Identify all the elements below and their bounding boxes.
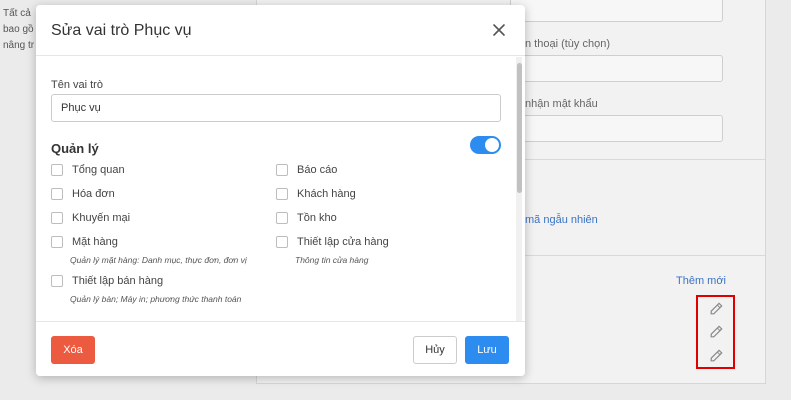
permission-label: Thiết lập cửa hàng	[297, 236, 389, 248]
permission-label: Hóa đơn	[72, 188, 115, 200]
background-description: Tất cả bao gồ nâng tr	[3, 6, 34, 54]
permission-overview[interactable]: Tổng quan	[51, 164, 125, 176]
background-confirm-password-input[interactable]	[510, 115, 723, 142]
save-button[interactable]: Lưu	[465, 336, 509, 364]
role-name-input[interactable]	[51, 94, 501, 122]
background-random-code-link[interactable]: mã ngẫu nhiên	[525, 214, 598, 226]
role-name-label: Tên vai trò	[51, 79, 103, 91]
permission-label: Mặt hàng	[72, 236, 118, 248]
checkbox[interactable]	[276, 188, 288, 200]
checkbox[interactable]	[51, 212, 63, 224]
permission-inventory[interactable]: Tồn kho	[276, 212, 337, 224]
modal-header: Sửa vai trò Phục vụ	[36, 5, 525, 56]
background-text-line: Tất cả	[3, 8, 31, 19]
permission-description: Quản lý mặt hàng: Danh mục, thực đơn, đơ…	[70, 255, 247, 265]
background-input[interactable]	[510, 0, 723, 22]
permission-customers[interactable]: Khách hàng	[276, 188, 356, 200]
permission-label: Tổng quan	[72, 164, 125, 176]
checkbox[interactable]	[276, 212, 288, 224]
modal-body: Tên vai trò Quản lý Tổng quan Hóa đơn Kh…	[36, 57, 525, 321]
checkbox[interactable]	[276, 164, 288, 176]
permission-label: Khách hàng	[297, 188, 356, 200]
background-add-new-link[interactable]: Thêm mới	[676, 275, 726, 287]
permission-reports[interactable]: Báo cáo	[276, 164, 337, 176]
checkbox[interactable]	[51, 275, 63, 287]
background-text-line: nâng tr	[3, 40, 35, 51]
checkbox[interactable]	[276, 236, 288, 248]
edit-role-modal: Sửa vai trò Phục vụ Tên vai trò Quản lý …	[36, 5, 525, 376]
background-phone-input[interactable]	[510, 55, 723, 82]
permission-promotions[interactable]: Khuyến mại	[51, 212, 130, 224]
permission-description: Thông tin cửa hàng	[295, 255, 369, 265]
checkbox[interactable]	[51, 236, 63, 248]
background-text-line: bao gồ	[3, 24, 34, 35]
permission-invoices[interactable]: Hóa đơn	[51, 188, 115, 200]
checkbox[interactable]	[51, 188, 63, 200]
toggle-knob	[485, 138, 499, 152]
checkbox[interactable]	[51, 164, 63, 176]
permission-label: Tồn kho	[297, 212, 337, 224]
cancel-button[interactable]: Hủy	[413, 336, 457, 364]
section-toggle[interactable]	[470, 136, 501, 154]
background-confirm-password-label: nhận mật khẩu	[525, 98, 598, 110]
close-icon[interactable]	[492, 23, 506, 37]
permission-store-settings[interactable]: Thiết lập cửa hàng	[276, 236, 389, 248]
scrollbar-thumb[interactable]	[517, 63, 522, 193]
permission-products[interactable]: Mặt hàng	[51, 236, 118, 248]
permission-label: Báo cáo	[297, 164, 338, 176]
modal-footer: Xóa Hủy Lưu	[36, 321, 525, 376]
background-phone-label: n thoại (tùy chọn)	[525, 38, 610, 50]
section-title: Quản lý	[51, 141, 99, 156]
permission-label: Khuyến mại	[72, 212, 131, 224]
highlight-box	[696, 295, 735, 369]
permission-description: Quản lý bàn; Máy in; phương thức thanh t…	[70, 294, 242, 304]
delete-button[interactable]: Xóa	[51, 336, 95, 364]
permission-label: Thiết lập bán hàng	[72, 275, 164, 287]
permission-sales-settings[interactable]: Thiết lập bán hàng	[51, 275, 163, 287]
modal-title: Sửa vai trò Phục vụ	[51, 22, 192, 39]
